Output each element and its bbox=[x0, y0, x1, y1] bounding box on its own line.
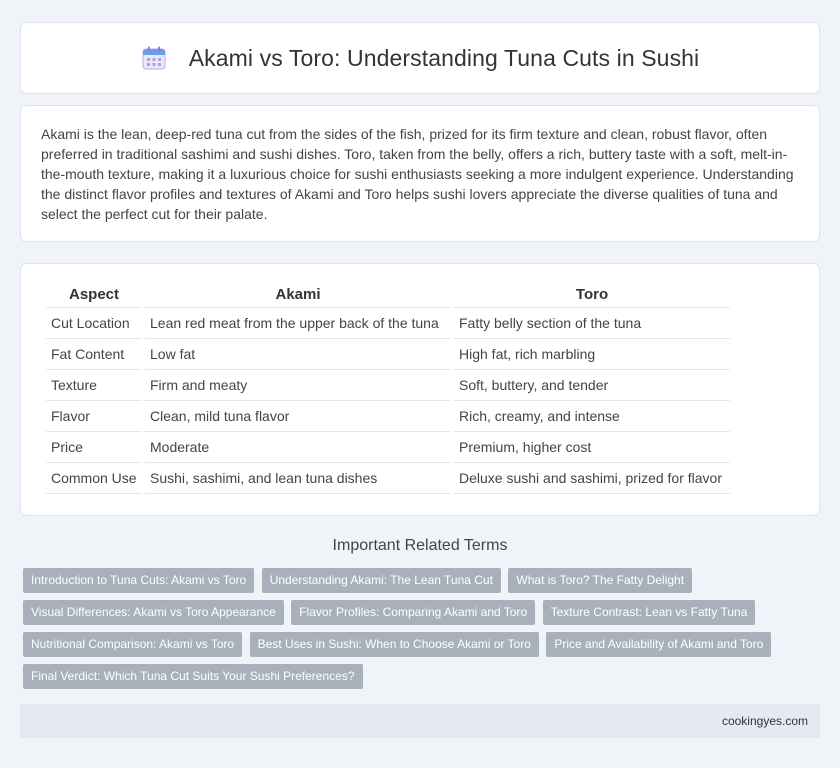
table-cell: Fatty belly section of the tuna bbox=[454, 308, 730, 339]
related-term-link[interactable]: Introduction to Tuna Cuts: Akami vs Toro bbox=[23, 568, 255, 593]
table-cell: Price bbox=[46, 432, 142, 463]
related-term-link[interactable]: Flavor Profiles: Comparing Akami and Tor… bbox=[291, 600, 536, 625]
table-row: Texture Firm and meaty Soft, buttery, an… bbox=[46, 370, 730, 401]
table-cell: Premium, higher cost bbox=[454, 432, 730, 463]
table-cell: Sushi, sashimi, and lean tuna dishes bbox=[145, 463, 451, 494]
related-term-link[interactable]: Nutritional Comparison: Akami vs Toro bbox=[23, 632, 243, 657]
table-cell: Rich, creamy, and intense bbox=[454, 401, 730, 432]
intro-text: Akami is the lean, deep-red tuna cut fro… bbox=[41, 126, 794, 222]
table-cell: Soft, buttery, and tender bbox=[454, 370, 730, 401]
comparison-card: Aspect Akami Toro Cut Location Lean red … bbox=[20, 263, 820, 516]
table-cell: Low fat bbox=[145, 339, 451, 370]
related-term-link[interactable]: Understanding Akami: The Lean Tuna Cut bbox=[261, 568, 501, 593]
header-card: Akami vs Toro: Understanding Tuna Cuts i… bbox=[20, 22, 820, 94]
related-terms-heading: Important Related Terms bbox=[332, 537, 508, 554]
table-row: Common Use Sushi, sashimi, and lean tuna… bbox=[46, 463, 730, 494]
related-term-link[interactable]: What is Toro? The Fatty Delight bbox=[508, 568, 693, 593]
header-akami: Akami bbox=[145, 282, 451, 308]
related-term-link[interactable]: Texture Contrast: Lean vs Fatty Tuna bbox=[542, 600, 756, 625]
table-row: Fat Content Low fat High fat, rich marbl… bbox=[46, 339, 730, 370]
table-header-row: Aspect Akami Toro bbox=[46, 282, 730, 308]
related-term-link[interactable]: Best Uses in Sushi: When to Choose Akami… bbox=[249, 632, 539, 657]
table-cell: Moderate bbox=[145, 432, 451, 463]
table-cell: Cut Location bbox=[46, 308, 142, 339]
footer-site-link[interactable]: cookingyes.com bbox=[722, 714, 808, 728]
related-term-link[interactable]: Price and Availability of Akami and Toro bbox=[546, 632, 772, 657]
table-row: Flavor Clean, mild tuna flavor Rich, cre… bbox=[46, 401, 730, 432]
table-cell: High fat, rich marbling bbox=[454, 339, 730, 370]
header-aspect: Aspect bbox=[46, 282, 142, 308]
table-row: Price Moderate Premium, higher cost bbox=[46, 432, 730, 463]
related-term-link[interactable]: Final Verdict: Which Tuna Cut Suits Your… bbox=[23, 664, 363, 689]
table-cell: Fat Content bbox=[46, 339, 142, 370]
calendar-icon bbox=[141, 45, 167, 71]
header-toro: Toro bbox=[454, 282, 730, 308]
footer: cookingyes.com bbox=[20, 704, 820, 738]
table-cell: Deluxe sushi and sashimi, prized for fla… bbox=[454, 463, 730, 494]
table-cell: Clean, mild tuna flavor bbox=[145, 401, 451, 432]
table-cell: Common Use bbox=[46, 463, 142, 494]
table-cell: Lean red meat from the upper back of the… bbox=[145, 308, 451, 339]
table-cell: Firm and meaty bbox=[145, 370, 451, 401]
comparison-table: Aspect Akami Toro Cut Location Lean red … bbox=[43, 282, 733, 494]
related-term-link[interactable]: Visual Differences: Akami vs Toro Appear… bbox=[23, 600, 284, 625]
table-row: Cut Location Lean red meat from the uppe… bbox=[46, 308, 730, 339]
table-cell: Flavor bbox=[46, 401, 142, 432]
related-terms-list: Introduction to Tuna Cuts: Akami vs Toro… bbox=[23, 568, 813, 696]
intro-card: Akami is the lean, deep-red tuna cut fro… bbox=[20, 105, 820, 242]
table-cell: Texture bbox=[46, 370, 142, 401]
page-title: Akami vs Toro: Understanding Tuna Cuts i… bbox=[188, 44, 700, 71]
